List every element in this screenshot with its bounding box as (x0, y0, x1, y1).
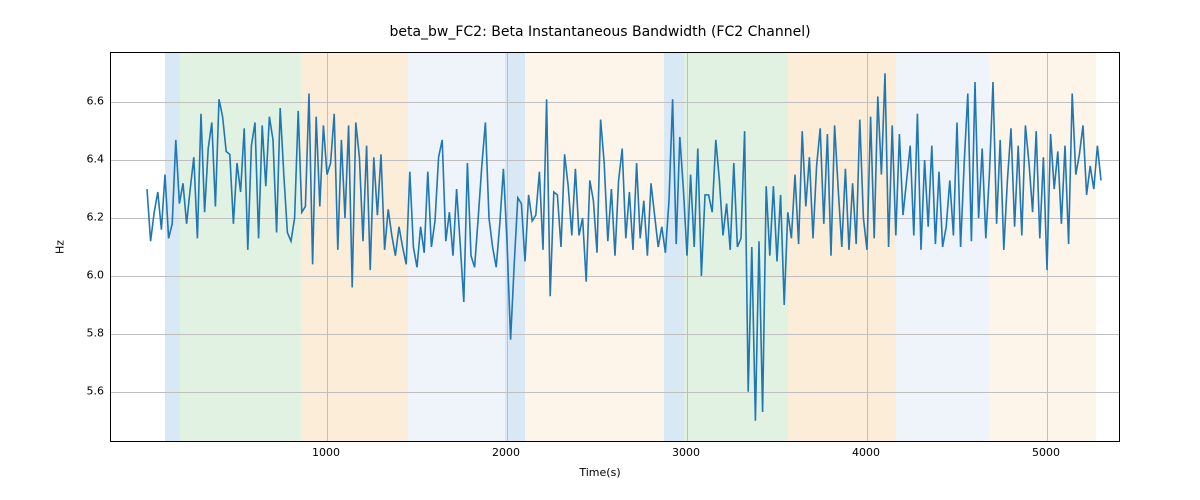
plot-area (110, 52, 1120, 442)
x-axis-label: Time(s) (0, 466, 1200, 479)
x-tick-label: 3000 (672, 446, 700, 459)
y-tick-label: 6.2 (64, 211, 104, 224)
y-tick-label: 5.6 (64, 384, 104, 397)
figure: beta_bw_FC2: Beta Instantaneous Bandwidt… (0, 0, 1200, 500)
x-tick-label: 5000 (1032, 446, 1060, 459)
series-line (147, 73, 1101, 420)
y-tick-label: 6.6 (64, 95, 104, 108)
y-axis-label: Hz (54, 240, 67, 254)
y-tick-label: 5.8 (64, 326, 104, 339)
y-tick-label: 6.0 (64, 268, 104, 281)
y-tick-label: 6.4 (64, 153, 104, 166)
chart-title: beta_bw_FC2: Beta Instantaneous Bandwidt… (0, 24, 1200, 40)
x-tick-label: 1000 (312, 446, 340, 459)
x-tick-label: 4000 (852, 446, 880, 459)
x-tick-label: 2000 (492, 446, 520, 459)
line-plot (111, 53, 1119, 441)
